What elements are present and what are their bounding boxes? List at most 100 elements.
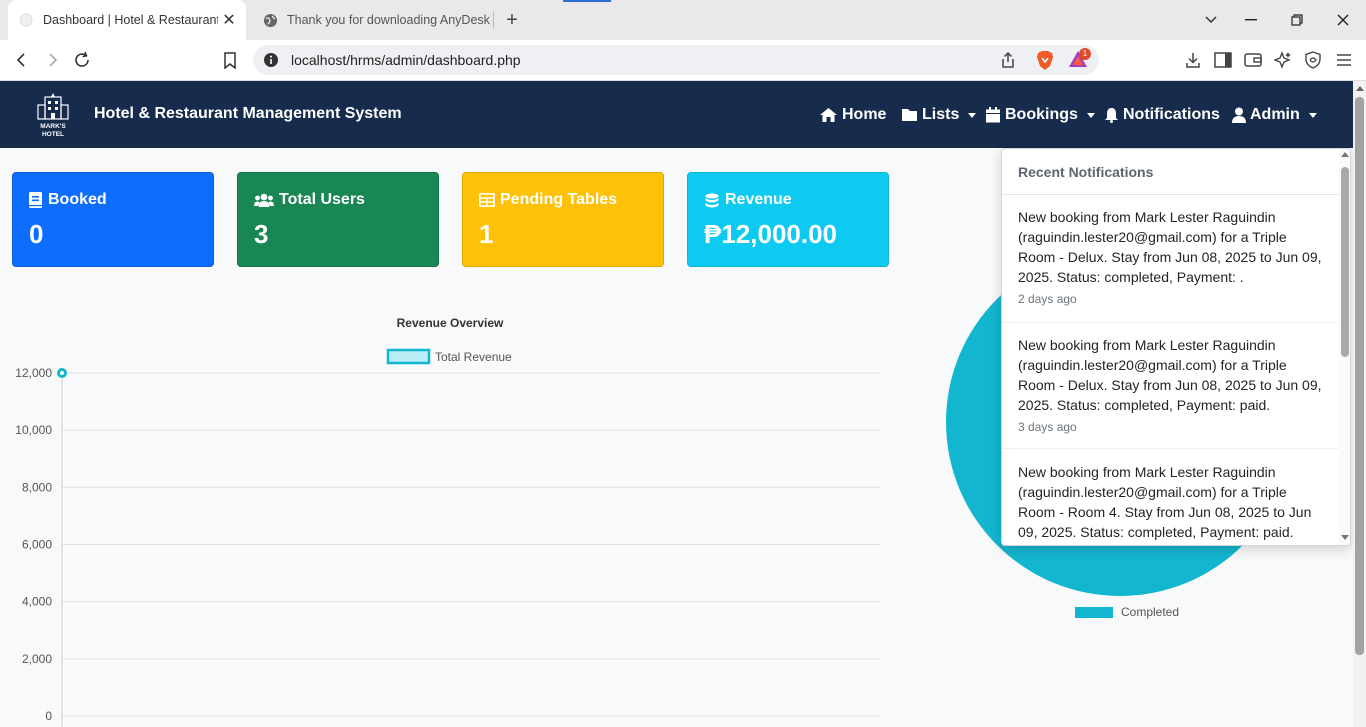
address-toolbar: localhost/hrms/admin/dashboard.php 1 — [0, 40, 1366, 81]
nav-lists-label: Lists — [922, 106, 960, 123]
book-icon — [29, 192, 42, 208]
y-tick-label: 4,000 — [22, 595, 52, 609]
reload-icon[interactable] — [70, 48, 94, 72]
brave-shields-icon[interactable] — [1035, 50, 1055, 76]
notification-item[interactable]: New booking from Mark Lester Raguindin (… — [1002, 462, 1338, 545]
chart-title: Revenue Overview — [397, 316, 504, 330]
nav-bookings[interactable]: Bookings — [985, 103, 1095, 127]
pie-legend-swatch — [1075, 606, 1113, 618]
y-tick-label: 8,000 — [22, 480, 52, 494]
tab-title: Thank you for downloading AnyDesk — [287, 13, 490, 27]
notifications-header: Recent Notifications — [1002, 149, 1350, 195]
minimize-icon[interactable] — [1239, 8, 1263, 32]
total-users-label: Total Users — [279, 191, 365, 208]
menu-icon[interactable] — [1333, 49, 1355, 71]
top-navbar: MARK'S HOTEL Hotel & Restaurant Manageme… — [0, 81, 1366, 148]
y-tick-label: 0 — [45, 709, 52, 723]
nav-home[interactable]: Home — [819, 103, 886, 127]
site-info-icon[interactable] — [263, 52, 279, 68]
booked-card: Booked 0 — [12, 172, 214, 267]
app-title[interactable]: Hotel & Restaurant Management System — [94, 105, 402, 123]
page-scrollbar-thumb[interactable] — [1355, 97, 1364, 655]
revenue-card: Revenue ₱12,000.00 — [687, 172, 889, 267]
users-icon — [254, 193, 274, 207]
revenue-overview-chart: Revenue Overview Total Revenue 12,000 10,… — [15, 316, 881, 727]
table-icon — [479, 193, 495, 207]
pie-legend[interactable]: Completed — [1075, 605, 1179, 619]
revenue-label: Revenue — [725, 191, 792, 208]
total-users-value: 3 — [254, 219, 269, 249]
calendar-icon — [986, 107, 1000, 123]
forward-arrow-icon[interactable] — [40, 48, 64, 72]
leo-ai-icon[interactable] — [1272, 49, 1294, 71]
pending-tables-label: Pending Tables — [500, 191, 618, 208]
chevron-down-icon — [968, 112, 977, 118]
tab-favicon-icon — [18, 12, 34, 28]
notifications-scrollbar-thumb[interactable] — [1341, 167, 1349, 357]
notification-message: New booking from Mark Lester Raguindin (… — [1018, 337, 1322, 413]
vpn-shield-icon[interactable] — [1302, 49, 1324, 71]
tab-close-icon[interactable]: ✕ — [218, 9, 240, 31]
globe-icon — [262, 12, 278, 28]
tab-strip-accent — [563, 0, 611, 2]
chevron-down-icon — [1308, 112, 1317, 118]
logo-text-1: MARK'S — [40, 123, 66, 130]
browser-tab-bar: Dashboard | Hotel & Restaurant ✕ Thank y… — [0, 0, 1366, 40]
bookmark-icon[interactable] — [218, 48, 242, 72]
chevron-down-icon — [1086, 112, 1095, 118]
revenue-value: ₱12,000.00 — [704, 219, 838, 249]
folder-icon — [902, 109, 917, 121]
scroll-down-icon[interactable] — [1341, 535, 1349, 540]
booked-value: 0 — [29, 219, 44, 249]
notification-time: 3 days ago — [1018, 420, 1077, 434]
nav-notifications[interactable]: Notifications — [1104, 103, 1220, 127]
home-icon — [820, 108, 837, 122]
tab-anydesk[interactable]: Thank you for downloading AnyDesk — [252, 0, 490, 40]
rewards-badge: 1 — [1079, 48, 1091, 60]
back-arrow-icon[interactable] — [10, 48, 34, 72]
notification-item[interactable]: New booking from Mark Lester Raguindin (… — [1002, 207, 1338, 323]
pie-legend-label: Completed — [1121, 605, 1180, 619]
nav-bookings-label: Bookings — [1005, 106, 1078, 123]
notification-message: New booking from Mark Lester Raguindin (… — [1018, 209, 1322, 285]
y-tick-label: 12,000 — [15, 366, 52, 380]
user-icon — [1232, 107, 1246, 123]
tab-title: Dashboard | Hotel & Restaurant — [43, 13, 218, 27]
legend-label[interactable]: Total Revenue — [435, 350, 512, 364]
y-tick-label: 10,000 — [15, 423, 52, 437]
download-icon[interactable] — [1182, 49, 1204, 71]
sidebar-toggle-icon[interactable] — [1212, 49, 1234, 71]
notification-message: New booking from Mark Lester Raguindin (… — [1018, 464, 1312, 540]
url-text[interactable]: localhost/hrms/admin/dashboard.php — [291, 52, 521, 68]
close-window-icon[interactable] — [1331, 8, 1355, 32]
nav-notifications-label: Notifications — [1123, 106, 1220, 123]
wallet-icon[interactable] — [1242, 49, 1264, 71]
notification-time: 2 days ago — [1018, 292, 1077, 306]
pending-tables-card: Pending Tables 1 — [462, 172, 664, 267]
tab-separator — [493, 12, 494, 28]
nav-lists[interactable]: Lists — [901, 103, 977, 127]
tab-list-chevron-icon[interactable] — [1199, 8, 1223, 32]
hotel-logo[interactable]: MARK'S HOTEL — [34, 91, 72, 139]
logo-text-2: HOTEL — [42, 131, 64, 138]
bell-icon — [1105, 108, 1118, 123]
scroll-up-icon[interactable] — [1341, 152, 1349, 157]
y-tick-label: 2,000 — [22, 652, 52, 666]
nav-home-label: Home — [842, 106, 887, 123]
restore-icon[interactable] — [1285, 8, 1309, 32]
share-icon[interactable] — [999, 51, 1017, 74]
nav-admin-label: Admin — [1250, 106, 1300, 123]
notification-item[interactable]: New booking from Mark Lester Raguindin (… — [1002, 335, 1338, 449]
revenue-data-point[interactable] — [57, 368, 67, 378]
coins-icon — [705, 193, 719, 207]
notifications-dropdown: Recent Notifications New booking from Ma… — [1001, 148, 1351, 546]
new-tab-button[interactable]: + — [501, 9, 523, 31]
nav-admin[interactable]: Admin — [1232, 103, 1317, 127]
page-scroll-up-icon[interactable] — [1356, 86, 1364, 91]
legend-swatch[interactable] — [386, 348, 431, 365]
tab-dashboard[interactable]: Dashboard | Hotel & Restaurant ✕ — [8, 0, 246, 40]
total-users-card: Total Users 3 — [237, 172, 439, 267]
url-bar[interactable]: localhost/hrms/admin/dashboard.php 1 — [253, 45, 1099, 75]
pending-tables-value: 1 — [479, 219, 494, 249]
y-tick-label: 6,000 — [22, 538, 52, 552]
